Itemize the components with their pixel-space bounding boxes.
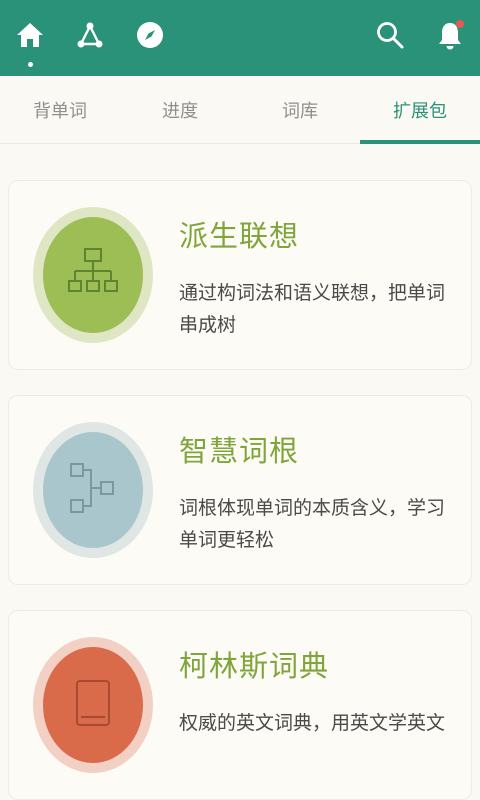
extension-card-word-roots[interactable]: 智慧词根 词根体现单词的本质含义，学习单词更轻松: [8, 395, 472, 585]
bell-icon[interactable]: [433, 18, 467, 52]
tab-progress[interactable]: 进度: [120, 76, 240, 144]
notification-dot: [456, 20, 464, 28]
tab-memorize[interactable]: 背单词: [0, 76, 120, 144]
card-title: 智慧词根: [179, 434, 300, 468]
tab-extensions[interactable]: 扩展包: [360, 76, 480, 144]
book-icon: [43, 647, 143, 763]
extension-card-collins[interactable]: 柯林斯词典 权威的英文词典，用英文学英文: [8, 610, 472, 800]
active-tab-underline: [360, 140, 480, 144]
home-icon[interactable]: [13, 18, 47, 52]
extension-card-derivation[interactable]: 派生联想 通过构词法和语义联想，把单词串成树: [8, 180, 472, 370]
tab-bar: 背单词 进度 词库 扩展包: [0, 76, 480, 144]
share-icon[interactable]: [73, 18, 107, 52]
card-description: 词根体现单词的本质含义，学习单词更轻松: [179, 497, 446, 551]
compass-icon[interactable]: [133, 18, 167, 52]
search-icon[interactable]: [373, 18, 407, 52]
card-description: 通过构词法和语义联想，把单词串成树: [179, 282, 446, 336]
hierarchy-tree-icon: [43, 217, 143, 333]
card-title: 柯林斯词典: [179, 649, 330, 683]
card-title: 派生联想: [179, 219, 300, 253]
active-indicator-dot: [28, 62, 33, 67]
root-branch-icon: [43, 432, 143, 548]
card-description: 权威的英文词典，用英文学英文: [179, 712, 446, 734]
top-bar: [0, 0, 480, 76]
tab-wordbank[interactable]: 词库: [240, 76, 360, 144]
